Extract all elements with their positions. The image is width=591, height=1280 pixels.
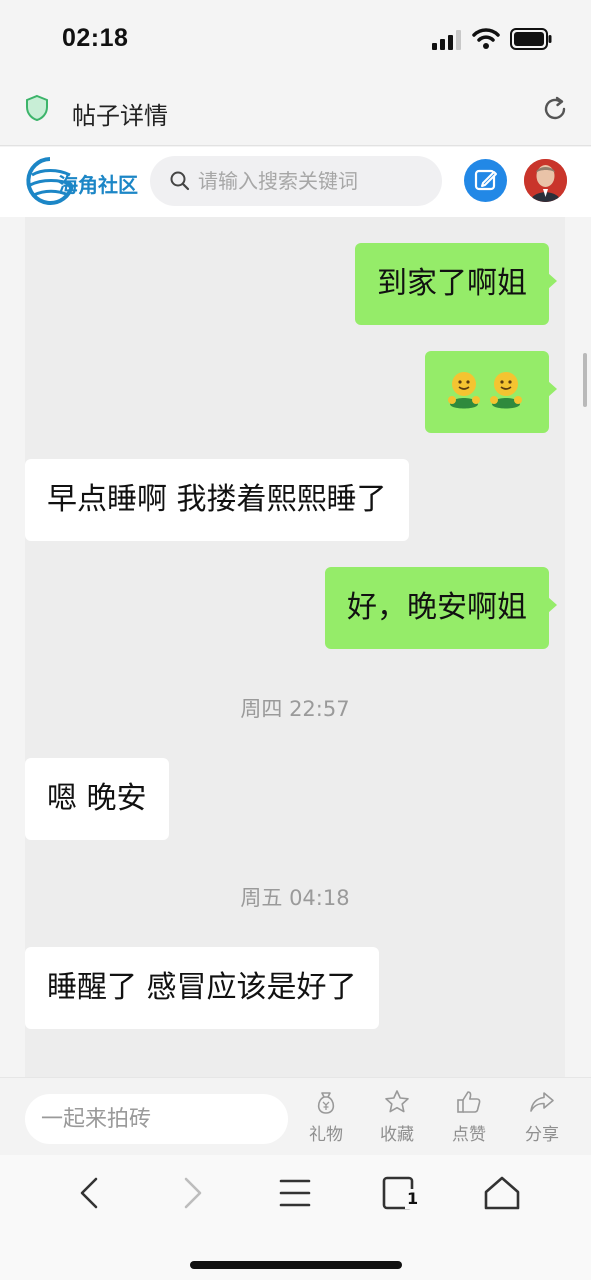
user-avatar[interactable] (524, 159, 567, 202)
battery-icon (510, 28, 552, 50)
message-text: 睡醒了 感冒应该是好了 (47, 970, 357, 1005)
scrollbar-thumb[interactable] (583, 353, 587, 407)
message-bubble-sent: 好，晚安啊姐 (325, 567, 557, 649)
status-bar: 02:18 (0, 0, 591, 78)
favorite-button[interactable]: 收藏 (369, 1088, 425, 1150)
message-text: 好，晚安啊姐 (347, 590, 527, 625)
browser-address-bar: 帖子详情 (0, 78, 591, 146)
gift-button[interactable]: 礼物 (298, 1088, 354, 1150)
chat-timestamp: 周五 04:18 (240, 886, 350, 910)
tab-count: 1 (405, 1189, 421, 1209)
page-title: 帖子详情 (72, 102, 168, 130)
search-input[interactable] (198, 156, 428, 206)
forward-icon[interactable] (170, 1173, 214, 1213)
message-bubble-received: 睡醒了 感冒应该是好了 (25, 947, 379, 1029)
message-bubble-received: 嗯 晚安 (25, 758, 169, 840)
share-button[interactable]: 分享 (514, 1088, 570, 1150)
site-logo[interactable]: 海角社区 (24, 155, 144, 207)
message-bubble-sent: 到家了啊姐 (355, 243, 557, 325)
message-bubble-sent (425, 351, 557, 433)
back-icon[interactable] (68, 1173, 112, 1213)
hugging-face-emoji-icon (490, 372, 522, 409)
home-indicator[interactable] (190, 1261, 402, 1269)
favorite-label: 收藏 (380, 1125, 414, 1145)
message-bubble-received: 早点睡啊 我搂着熙熙睡了 (25, 459, 409, 541)
like-label: 点赞 (452, 1125, 486, 1145)
cellular-signal-icon (432, 30, 461, 50)
comment-bar: 礼物 收藏 点赞 分享 (0, 1077, 591, 1155)
shield-icon (26, 94, 48, 122)
compose-post-button[interactable] (464, 159, 507, 202)
edit-icon (474, 169, 497, 191)
tabs-button[interactable]: 1 (378, 1173, 422, 1213)
money-bag-icon (317, 1092, 335, 1114)
search-icon (170, 171, 190, 191)
menu-icon[interactable] (273, 1173, 317, 1213)
message-text: 到家了啊姐 (377, 266, 527, 301)
wifi-icon (472, 28, 500, 49)
browser-nav-bar: 1 (0, 1155, 591, 1280)
reload-icon[interactable] (540, 94, 570, 124)
share-label: 分享 (525, 1125, 559, 1145)
message-text: 嗯 晚安 (47, 781, 147, 816)
avatar-portrait-icon (524, 159, 567, 202)
logo-text: 海角社区 (58, 173, 138, 197)
message-text: 早点睡啊 我搂着熙熙睡了 (47, 482, 387, 517)
star-icon (385, 1090, 409, 1113)
chat-screenshot: 到家了啊姐 早点睡啊 我搂着熙熙睡了 好，晚安啊姐 周四 22:57 嗯 晚安 (25, 217, 565, 1077)
hugging-face-emoji-icon (448, 372, 480, 409)
like-button[interactable]: 点赞 (441, 1088, 497, 1150)
home-icon[interactable] (480, 1173, 524, 1213)
search-box[interactable] (150, 156, 442, 206)
comment-input[interactable] (25, 1094, 288, 1144)
status-time: 02:18 (62, 24, 129, 52)
chat-timestamp: 周四 22:57 (240, 697, 350, 721)
site-header: 海角社区 (0, 147, 591, 217)
thumbs-up-icon (457, 1091, 481, 1113)
share-icon (530, 1092, 554, 1112)
gift-label: 礼物 (309, 1125, 343, 1145)
